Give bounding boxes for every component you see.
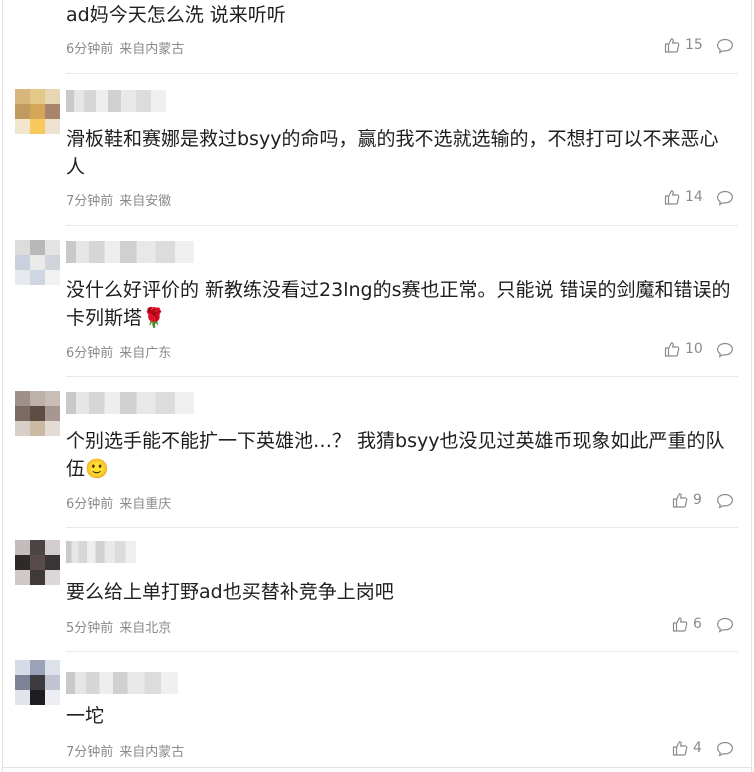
like-button[interactable]: 15 bbox=[664, 37, 703, 53]
comment-text: 没什么好评价的 新教练没看过23lng的s赛也正常。只能说 错误的剑魔和错误的卡… bbox=[66, 279, 731, 329]
like-count: 9 bbox=[693, 492, 702, 508]
reply-button[interactable] bbox=[716, 342, 734, 358]
like-count: 4 bbox=[693, 740, 702, 756]
comment-meta: 6分钟前 来自内蒙古 bbox=[66, 38, 184, 57]
comment-meta: 7分钟前 来自安徽 bbox=[66, 190, 171, 209]
reply-button[interactable] bbox=[716, 741, 734, 757]
like-button[interactable]: 10 bbox=[664, 341, 703, 357]
thumbs-up-icon bbox=[664, 341, 680, 357]
comment-location: 来自重庆 bbox=[119, 497, 172, 512]
comment-location: 来自广东 bbox=[119, 346, 172, 361]
comment-meta: 7分钟前 来自内蒙古 bbox=[66, 741, 184, 760]
thumbs-up-icon bbox=[672, 740, 688, 756]
comment-meta: 5分钟前 来自北京 bbox=[66, 617, 171, 636]
comment-time: 6分钟前 bbox=[66, 497, 114, 512]
comment-item: 个别选手能不能扩一下英雄池…？ 我猜bsyy也没见过英雄币现象如此严重的队伍🙂 … bbox=[0, 377, 754, 528]
avatar[interactable] bbox=[15, 540, 60, 585]
reply-button[interactable] bbox=[716, 190, 734, 206]
comment-text: 滑板鞋和赛娜是救过bsyy的命吗，赢的我不选就选输的，不想打可以不来恶心人 bbox=[66, 128, 719, 178]
like-button[interactable]: 14 bbox=[664, 189, 703, 205]
comment-location: 来自安徽 bbox=[119, 194, 172, 209]
thumbs-up-icon bbox=[664, 37, 680, 53]
comment-bubble-icon bbox=[716, 38, 734, 54]
comment-text: ad妈今天怎么洗 说来听听 bbox=[66, 4, 286, 26]
username-blurred[interactable] bbox=[66, 392, 194, 414]
comment-bubble-icon bbox=[716, 493, 734, 509]
comment-time: 7分钟前 bbox=[66, 194, 114, 209]
comment-text: 个别选手能不能扩一下英雄池…？ 我猜bsyy也没见过英雄币现象如此严重的队伍🙂 bbox=[66, 430, 725, 480]
comment-item: 滑板鞋和赛娜是救过bsyy的命吗，赢的我不选就选输的，不想打可以不来恶心人 7分… bbox=[0, 74, 754, 226]
comment-time: 6分钟前 bbox=[66, 346, 114, 361]
comment-meta: 6分钟前 来自广东 bbox=[66, 342, 171, 361]
avatar[interactable] bbox=[15, 391, 60, 436]
comment-text: 一坨 bbox=[66, 705, 105, 727]
like-button[interactable]: 6 bbox=[672, 616, 702, 632]
reply-button[interactable] bbox=[716, 617, 734, 633]
avatar[interactable] bbox=[15, 660, 60, 705]
comment-bubble-icon bbox=[716, 617, 734, 633]
reply-button[interactable] bbox=[716, 38, 734, 54]
like-count: 15 bbox=[685, 37, 703, 53]
comment-bubble-icon bbox=[716, 190, 734, 206]
comment-location: 来自内蒙古 bbox=[119, 42, 185, 57]
thumbs-up-icon bbox=[672, 492, 688, 508]
comment-bubble-icon bbox=[716, 342, 734, 358]
comment-bubble-icon bbox=[716, 741, 734, 757]
username-blurred[interactable] bbox=[66, 541, 136, 563]
username-blurred[interactable] bbox=[66, 90, 166, 112]
comment-item: 没什么好评价的 新教练没看过23lng的s赛也正常。只能说 错误的剑魔和错误的卡… bbox=[0, 226, 754, 377]
like-button[interactable]: 4 bbox=[672, 740, 702, 756]
comment-location: 来自内蒙古 bbox=[119, 745, 185, 760]
like-count: 14 bbox=[685, 189, 703, 205]
reply-button[interactable] bbox=[716, 493, 734, 509]
comment-meta: 6分钟前 来自重庆 bbox=[66, 493, 171, 512]
thumbs-up-icon bbox=[664, 189, 680, 205]
username-blurred[interactable] bbox=[66, 241, 194, 263]
username-blurred[interactable] bbox=[66, 672, 178, 694]
comment-location: 来自北京 bbox=[119, 621, 172, 636]
thumbs-up-icon bbox=[672, 616, 688, 632]
comment-item: ad妈今天怎么洗 说来听听 6分钟前 来自内蒙古 15 bbox=[0, 0, 754, 74]
comment-text: 要么给上单打野ad也买替补竞争上岗吧 bbox=[66, 581, 394, 603]
comment-item: 要么给上单打野ad也买替补竞争上岗吧 5分钟前 来自北京 6 bbox=[0, 528, 754, 652]
avatar[interactable] bbox=[15, 240, 60, 285]
like-count: 10 bbox=[685, 341, 703, 357]
comment-time: 7分钟前 bbox=[66, 745, 114, 760]
avatar[interactable] bbox=[15, 89, 60, 134]
comment-time: 5分钟前 bbox=[66, 621, 114, 636]
like-count: 6 bbox=[693, 616, 702, 632]
comment-time: 6分钟前 bbox=[66, 42, 114, 57]
comment-item: 一坨 7分钟前 来自内蒙古 4 bbox=[0, 652, 754, 768]
like-button[interactable]: 9 bbox=[672, 492, 702, 508]
